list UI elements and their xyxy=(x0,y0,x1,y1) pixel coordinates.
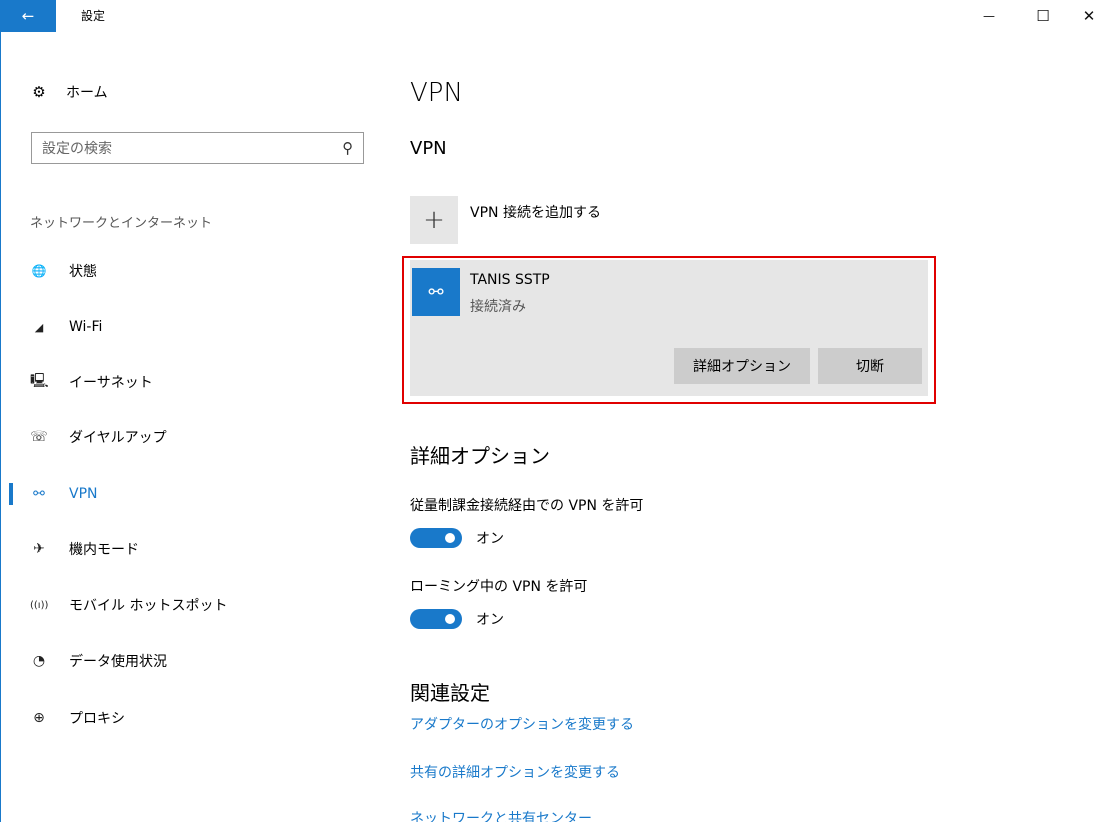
page-title: VPN xyxy=(410,78,463,108)
advanced-options-button[interactable]: 詳細オプション xyxy=(674,348,810,384)
vpn-connection-card[interactable]: ⚯ TANIS SSTP 接続済み 詳細オプション 切断 xyxy=(410,260,928,396)
sidebar-item-label: モバイル ホットスポット xyxy=(69,598,228,614)
vpn-connection-highlight: ⚯ TANIS SSTP 接続済み 詳細オプション 切断 xyxy=(402,256,936,404)
sidebar-item-ethernet[interactable]: 🖳 イーサネット xyxy=(0,364,380,400)
globe-status-icon: 🌐 xyxy=(31,264,47,278)
sidebar-item-label: データ使用状況 xyxy=(69,654,167,670)
app-title: 設定 xyxy=(81,9,106,23)
sidebar-item-hotspot[interactable]: ((ı)) モバイル ホットスポット xyxy=(0,587,380,623)
sidebar-item-dialup[interactable]: ☏ ダイヤルアップ xyxy=(0,419,380,455)
vpn-connection-name: TANIS SSTP xyxy=(470,272,550,288)
wifi-icon: ◢ xyxy=(34,320,44,334)
toggle-knob xyxy=(445,614,455,624)
metered-vpn-state: オン xyxy=(476,531,504,547)
data-usage-icon: ◔ xyxy=(32,653,46,669)
sidebar-item-vpn[interactable]: ⚯ VPN xyxy=(0,476,380,512)
add-vpn-label: VPN 接続を追加する xyxy=(470,205,601,221)
roaming-vpn-state: オン xyxy=(476,612,504,628)
back-button[interactable]: ← xyxy=(0,0,56,32)
back-arrow-icon: ← xyxy=(21,7,35,25)
minimize-icon: — xyxy=(983,9,995,23)
sidebar-item-data-usage[interactable]: ◔ データ使用状況 xyxy=(0,643,380,679)
hotspot-icon: ((ı)) xyxy=(30,599,49,611)
sidebar-item-proxy[interactable]: ⊕ プロキシ xyxy=(0,700,380,736)
ethernet-icon: 🖳 xyxy=(30,373,49,389)
search-icon[interactable]: ⚲ xyxy=(342,139,353,157)
title-bar: ← 設定 — ☐ ✕ xyxy=(0,0,1106,32)
proxy-globe-icon: ⊕ xyxy=(33,710,45,726)
close-icon: ✕ xyxy=(1082,7,1096,25)
sidebar-home[interactable]: ⚙ ホーム xyxy=(30,82,108,102)
sidebar-item-label: VPN xyxy=(69,486,98,502)
metered-vpn-label: 従量制課金接続経由での VPN を許可 xyxy=(410,498,644,514)
network-sharing-center-link[interactable]: ネットワークと共有センター xyxy=(410,808,592,822)
roaming-vpn-toggle-row: オン xyxy=(410,609,504,629)
advanced-sharing-link[interactable]: 共有の詳細オプションを変更する xyxy=(410,762,620,782)
search-placeholder: 設定の検索 xyxy=(42,141,112,157)
home-label: ホーム xyxy=(66,85,108,101)
section-title: VPN xyxy=(410,138,447,159)
vpn-connection-status: 接続済み xyxy=(470,299,526,315)
advanced-options-heading: 詳細オプション xyxy=(410,444,550,468)
minimize-button[interactable]: — xyxy=(966,0,1012,32)
sidebar-item-airplane[interactable]: ✈ 機内モード xyxy=(0,531,380,567)
sidebar-item-label: 状態 xyxy=(69,264,97,280)
disconnect-button[interactable]: 切断 xyxy=(818,348,922,384)
maximize-icon: ☐ xyxy=(1036,7,1050,25)
vpn-icon: ⚯ xyxy=(33,486,45,502)
add-vpn-connection[interactable]: + VPN 接続を追加する xyxy=(410,196,601,244)
adapter-options-link[interactable]: アダプターのオプションを変更する xyxy=(410,714,634,734)
airplane-icon: ✈ xyxy=(33,541,45,557)
metered-vpn-toggle-row: オン xyxy=(410,528,504,548)
sidebar-item-label: イーサネット xyxy=(69,375,153,391)
close-button[interactable]: ✕ xyxy=(1066,0,1106,32)
sidebar-item-label: 機内モード xyxy=(69,542,139,558)
vpn-connection-icon: ⚯ xyxy=(412,268,460,316)
dialup-icon: ☏ xyxy=(30,429,48,445)
maximize-button[interactable]: ☐ xyxy=(1020,0,1066,32)
sidebar-section-label: ネットワークとインターネット xyxy=(30,216,213,231)
sidebar-item-label: ダイヤルアップ xyxy=(69,430,167,446)
roaming-vpn-label: ローミング中の VPN を許可 xyxy=(410,579,588,595)
related-settings-heading: 関連設定 xyxy=(410,681,490,705)
roaming-vpn-toggle[interactable] xyxy=(410,609,462,629)
metered-vpn-toggle[interactable] xyxy=(410,528,462,548)
window-border xyxy=(0,0,1106,822)
sidebar-item-label: プロキシ xyxy=(69,711,125,727)
plus-icon: + xyxy=(410,196,458,244)
toggle-knob xyxy=(445,533,455,543)
sidebar-item-status[interactable]: 🌐 状態 xyxy=(0,253,380,289)
gear-icon: ⚙ xyxy=(32,83,46,101)
sidebar-item-wifi[interactable]: ◢ Wi-Fi xyxy=(0,309,380,345)
sidebar-item-label: Wi-Fi xyxy=(69,319,103,335)
search-input[interactable]: 設定の検索 ⚲ xyxy=(31,132,364,164)
